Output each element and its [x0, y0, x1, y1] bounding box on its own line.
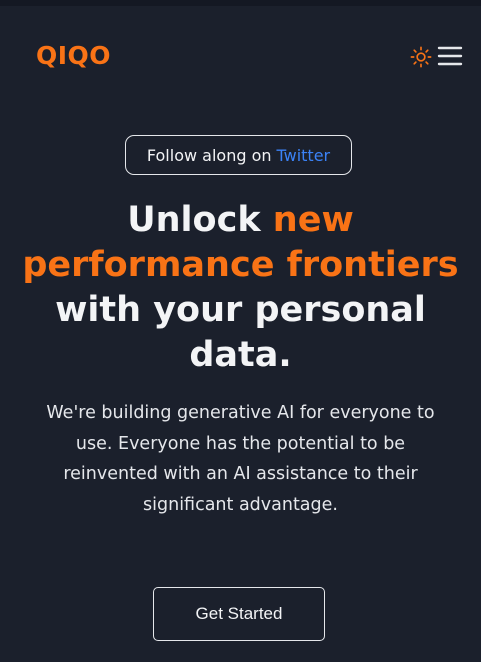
- twitter-link[interactable]: Twitter: [277, 146, 331, 165]
- headline-part2: with your personal data.: [55, 290, 426, 375]
- announcement-text: Follow along on: [146, 145, 272, 165]
- headline-part1: Unlock: [127, 200, 261, 240]
- site-header: QIQO: [0, 36, 481, 76]
- hamburger-menu-icon[interactable]: [437, 44, 463, 68]
- sun-icon[interactable]: [410, 46, 432, 68]
- top-strip: [0, 0, 481, 6]
- twitter-announcement-pill[interactable]: Follow along on Twitter: [125, 135, 352, 175]
- brand-logo[interactable]: QIQO: [36, 36, 111, 76]
- get-started-button[interactable]: Get Started: [153, 587, 325, 641]
- hero-headline: Unlock new performance frontiers with yo…: [20, 198, 461, 378]
- hero-description: We're building generative AI for everyon…: [46, 403, 435, 515]
